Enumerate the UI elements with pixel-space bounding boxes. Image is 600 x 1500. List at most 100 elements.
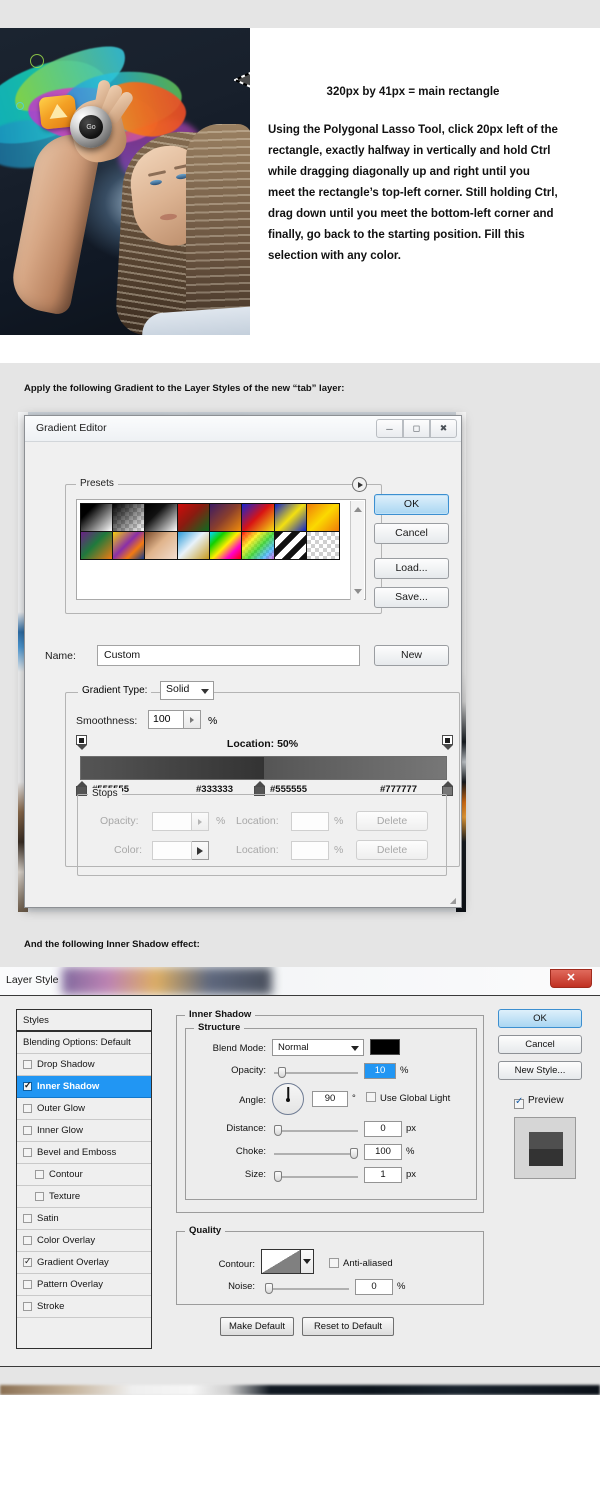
preset-swatch[interactable] [273,530,308,560]
drop-shadow-checkbox[interactable] [23,1060,32,1069]
preset-swatch[interactable] [176,502,210,532]
opacity-slider-knob[interactable] [278,1067,286,1078]
size-slider[interactable] [274,1171,358,1182]
preset-swatch[interactable] [273,502,308,532]
maximize-icon[interactable]: ◻ [403,419,430,438]
opacity-slider[interactable] [274,1067,358,1078]
gradient-load-button[interactable]: Load... [374,558,449,579]
stops-color-picker-icon[interactable] [192,841,209,860]
angle-input[interactable]: 90 [312,1091,348,1107]
gradient-cancel-button[interactable]: Cancel [374,523,449,544]
gradient-new-button[interactable]: New [374,645,449,666]
noise-input[interactable]: 0 [355,1279,393,1295]
distance-slider[interactable] [274,1125,358,1136]
preset-swatch[interactable] [144,530,178,560]
stops-opacity-delete-button[interactable]: Delete [356,811,428,831]
contour-dropdown-icon[interactable] [301,1249,314,1274]
preset-swatch[interactable] [306,502,340,532]
styles-item-contour[interactable]: Contour [17,1164,151,1186]
layer-style-cancel-button[interactable]: Cancel [498,1035,582,1054]
presets-scrollbar[interactable] [350,501,364,600]
contour-checkbox[interactable] [35,1170,44,1179]
layer-style-titlebar[interactable]: Layer Style ✕ [0,967,600,995]
styles-item-bevel-and-emboss[interactable]: Bevel and Emboss [17,1142,151,1164]
bevel-and-emboss-checkbox[interactable] [23,1148,32,1157]
noise-slider-knob[interactable] [265,1283,273,1294]
noise-slider[interactable] [265,1283,349,1294]
gradient-name-input[interactable]: Custom [97,645,360,666]
use-global-light-checkbox[interactable] [366,1092,376,1102]
styles-item-pattern-overlay[interactable]: Pattern Overlay [17,1274,151,1296]
preset-menu-arrow-icon[interactable] [352,477,367,492]
layer-style-new-style-button[interactable]: New Style... [498,1061,582,1080]
preset-swatch[interactable] [241,530,275,560]
preset-swatch[interactable] [241,502,275,532]
choke-slider-knob[interactable] [350,1148,358,1159]
contour-curve-swatch[interactable] [261,1249,301,1274]
pattern-overlay-checkbox[interactable] [23,1280,32,1289]
distance-slider-knob[interactable] [274,1125,282,1136]
stops-color-delete-button[interactable]: Delete [356,840,428,860]
reset-to-default-button[interactable]: Reset to Default [302,1317,394,1336]
preset-swatch-grid[interactable] [79,502,340,560]
gradient-type-select[interactable]: Solid [160,681,214,700]
anti-aliased-checkbox[interactable] [329,1258,339,1268]
styles-item-stroke[interactable]: Stroke [17,1296,151,1318]
layer-style-ok-button[interactable]: OK [498,1009,582,1028]
preset-swatch[interactable] [111,502,146,532]
smoothness-spinner-icon[interactable] [184,710,201,729]
gradient-ok-button[interactable]: OK [374,494,449,515]
opacity-stop[interactable] [76,735,87,750]
preset-swatch[interactable] [176,530,210,560]
styles-item-gradient-overlay[interactable]: Gradient Overlay [17,1252,151,1274]
shadow-color-swatch[interactable] [370,1039,400,1055]
close-icon[interactable]: ✖ [430,419,457,438]
styles-item-inner-glow[interactable]: Inner Glow [17,1120,151,1142]
styles-item-inner-shadow[interactable]: Inner Shadow [17,1076,151,1098]
styles-item-satin[interactable]: Satin [17,1208,151,1230]
gradient-save-button[interactable]: Save... [374,587,449,608]
stops-color-location-input[interactable] [291,841,329,860]
presets-list[interactable] [76,499,366,600]
angle-dial[interactable] [272,1083,304,1115]
blend-mode-select[interactable]: Normal [272,1039,364,1056]
smoothness-input[interactable]: 100 [148,710,184,729]
preset-swatch[interactable] [209,530,243,560]
choke-slider[interactable] [274,1148,358,1159]
gradient-overlay-checkbox[interactable] [23,1256,32,1267]
stops-color-swatch[interactable] [152,841,192,860]
resize-grip-icon[interactable]: ◢ [450,896,457,905]
size-input[interactable]: 1 [364,1167,402,1183]
choke-input[interactable]: 100 [364,1144,402,1160]
preview-checkbox[interactable] [514,1096,524,1109]
stops-opacity-input[interactable] [152,812,192,831]
opacity-stop[interactable] [442,735,453,750]
scroll-down-icon[interactable] [354,589,362,594]
styles-item-texture[interactable]: Texture [17,1186,151,1208]
opacity-input[interactable]: 10 [364,1063,396,1079]
satin-checkbox[interactable] [23,1214,32,1223]
styles-item-drop-shadow[interactable]: Drop Shadow [17,1054,151,1076]
gradient-preview-bar[interactable] [80,756,447,780]
preset-swatch[interactable] [111,530,146,560]
preset-swatch[interactable] [209,502,243,532]
preset-swatch[interactable] [144,502,178,532]
preset-swatch[interactable] [79,530,113,560]
preset-swatch[interactable] [306,530,340,560]
color-overlay-checkbox[interactable] [23,1236,32,1245]
preset-swatch[interactable] [79,502,113,532]
styles-item-color-overlay[interactable]: Color Overlay [17,1230,151,1252]
stops-opacity-location-input[interactable] [291,812,329,831]
styles-list-panel[interactable]: Styles Blending Options: Default Drop Sh… [16,1009,152,1349]
stops-opacity-spinner-icon[interactable] [192,812,209,831]
styles-item-blending-options[interactable]: Blending Options: Default [17,1032,151,1054]
inner-shadow-checkbox[interactable] [23,1080,32,1091]
inner-glow-checkbox[interactable] [23,1126,32,1135]
size-slider-knob[interactable] [274,1171,282,1182]
scroll-up-icon[interactable] [354,507,362,512]
make-default-button[interactable]: Make Default [220,1317,294,1336]
close-icon[interactable]: ✕ [550,969,592,988]
stroke-checkbox[interactable] [23,1302,32,1311]
distance-input[interactable]: 0 [364,1121,402,1137]
outer-glow-checkbox[interactable] [23,1104,32,1113]
